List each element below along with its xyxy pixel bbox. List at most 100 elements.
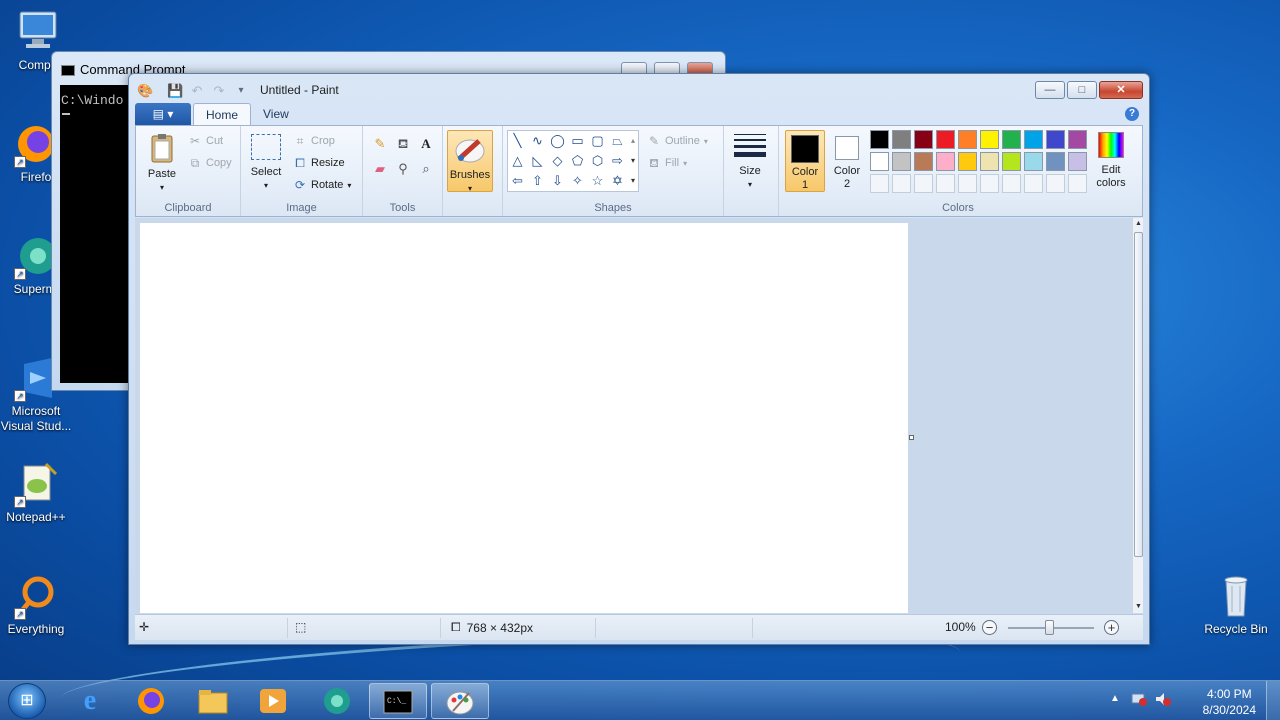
diamond-shape-icon[interactable]: ◇ <box>548 151 567 170</box>
expand-gallery-icon[interactable]: ▾ <box>627 171 639 190</box>
close-button[interactable]: ✕ <box>1099 81 1143 99</box>
pentagon-shape-icon[interactable]: ⬠ <box>568 151 587 170</box>
select-button[interactable]: Select ▾ <box>247 132 285 192</box>
canvas-workspace[interactable] <box>135 218 1132 613</box>
color-swatch[interactable] <box>1046 130 1065 149</box>
media-player-icon[interactable] <box>244 683 302 719</box>
custom-color-slot[interactable] <box>1046 174 1065 193</box>
fill-button[interactable]: ⛾ Fill ▾ <box>647 156 687 170</box>
custom-color-slot[interactable] <box>958 174 977 193</box>
paint-taskbar-button[interactable] <box>431 683 489 719</box>
internet-explorer-icon[interactable]: e <box>61 683 119 719</box>
color-swatch[interactable] <box>870 152 889 171</box>
color-swatch[interactable] <box>1068 152 1087 171</box>
help-icon[interactable]: ? <box>1125 107 1139 121</box>
color-swatch[interactable] <box>914 130 933 149</box>
color2-button[interactable]: Color 2 <box>827 130 867 192</box>
hexagon-shape-icon[interactable]: ⬡ <box>588 151 607 170</box>
right-triangle-shape-icon[interactable]: ◺ <box>528 151 547 170</box>
file-explorer-icon[interactable] <box>184 683 242 719</box>
polygon-shape-icon[interactable]: ⏢ <box>608 131 627 150</box>
scrollbar-thumb[interactable] <box>1134 232 1143 557</box>
minimize-button[interactable]: — <box>1035 81 1065 99</box>
desktop-icon-notepadpp[interactable]: ↗ Notepad++ <box>0 460 74 525</box>
color-swatch[interactable] <box>980 152 999 171</box>
custom-color-slot[interactable] <box>1024 174 1043 193</box>
crop-button[interactable]: ⌗ Crop <box>293 134 335 148</box>
six-point-star-shape-icon[interactable]: ✡ <box>608 171 627 190</box>
cut-button[interactable]: ✂ Cut <box>188 134 223 148</box>
drawing-canvas[interactable] <box>140 223 908 613</box>
magnifier-tool-icon[interactable]: ⌕ <box>416 159 436 179</box>
show-desktop-button[interactable] <box>1266 681 1280 720</box>
supermium-taskbar-icon[interactable] <box>308 683 366 719</box>
left-arrow-shape-icon[interactable]: ⇦ <box>508 171 527 190</box>
custom-color-slot[interactable] <box>870 174 889 193</box>
color-picker-tool-icon[interactable]: ⚲ <box>393 159 413 179</box>
custom-color-slot[interactable] <box>892 174 911 193</box>
rectangle-shape-icon[interactable]: ▭ <box>568 131 587 150</box>
color-swatch[interactable] <box>958 152 977 171</box>
copy-button[interactable]: ⧉ Copy <box>188 156 232 170</box>
color-swatch[interactable] <box>1002 152 1021 171</box>
oval-shape-icon[interactable]: ◯ <box>548 131 567 150</box>
color-swatch[interactable] <box>1068 130 1087 149</box>
color-swatch[interactable] <box>1046 152 1065 171</box>
rounded-rectangle-shape-icon[interactable]: ▢ <box>588 131 607 150</box>
up-arrow-shape-icon[interactable]: ⇧ <box>528 171 547 190</box>
scroll-up-arrow-icon[interactable]: ▲ <box>1133 218 1144 230</box>
color-swatch[interactable] <box>914 152 933 171</box>
custom-color-slot[interactable] <box>936 174 955 193</box>
curve-shape-icon[interactable]: ∿ <box>528 131 547 150</box>
eraser-tool-icon[interactable]: ▰ <box>370 159 390 179</box>
shapes-gallery[interactable]: ╲ ∿ ◯ ▭ ▢ ⏢ △ ◺ ◇ ⬠ ⬡ ⇨ ⇦ ⇧ ⇩ ✧ ☆ ✡ ▴ ▾ <box>507 130 639 192</box>
desktop-icon-recycle-bin[interactable]: Recycle Bin <box>1198 572 1274 637</box>
paint-app-icon[interactable]: 🎨 <box>137 83 153 99</box>
text-tool-icon[interactable]: A <box>416 134 436 154</box>
color1-button[interactable]: Color 1 <box>785 130 825 192</box>
canvas-resize-handle[interactable] <box>909 435 914 440</box>
color-swatch[interactable] <box>892 152 911 171</box>
system-clock[interactable]: 4:00 PM 8/30/2024 <box>1203 686 1256 718</box>
color-swatch[interactable] <box>1002 130 1021 149</box>
scroll-down-icon[interactable]: ▾ <box>627 151 639 170</box>
scroll-up-icon[interactable]: ▴ <box>627 131 639 150</box>
five-point-star-shape-icon[interactable]: ☆ <box>588 171 607 190</box>
rotate-button[interactable]: ⟳ Rotate ▾ <box>293 178 351 192</box>
custom-color-slot[interactable] <box>1068 174 1087 193</box>
zoom-slider-thumb[interactable] <box>1045 620 1054 635</box>
customize-qat-dropdown-icon[interactable]: ▾ <box>233 83 249 99</box>
edit-colors-button[interactable]: Edit colors <box>1089 130 1133 190</box>
command-prompt-taskbar-button[interactable]: C:\_ <box>369 683 427 719</box>
zoom-in-icon[interactable]: + <box>1104 620 1119 635</box>
outline-button[interactable]: ✎ Outline ▾ <box>647 134 708 148</box>
fill-bucket-tool-icon[interactable]: ⛾ <box>393 134 413 154</box>
right-arrow-shape-icon[interactable]: ⇨ <box>608 151 627 170</box>
redo-icon[interactable]: ↷ <box>211 83 227 99</box>
desktop-icon-everything[interactable]: ↗ Everything <box>0 572 74 637</box>
zoom-out-icon[interactable]: − <box>982 620 997 635</box>
vertical-scrollbar[interactable]: ▲ ▼ <box>1132 218 1143 613</box>
show-hidden-icons-icon[interactable]: ▲ <box>1110 693 1120 704</box>
color-swatch[interactable] <box>958 130 977 149</box>
color-swatch[interactable] <box>936 130 955 149</box>
line-shape-icon[interactable]: ╲ <box>508 131 527 150</box>
color-swatch[interactable] <box>980 130 999 149</box>
custom-color-slot[interactable] <box>914 174 933 193</box>
firefox-taskbar-icon[interactable] <box>122 683 180 719</box>
four-point-star-shape-icon[interactable]: ✧ <box>568 171 587 190</box>
start-button[interactable]: ⊞ <box>8 683 46 719</box>
custom-color-slot[interactable] <box>980 174 999 193</box>
color-swatch[interactable] <box>1024 152 1043 171</box>
maximize-button[interactable]: □ <box>1067 81 1097 99</box>
brushes-button[interactable]: Brushes ▾ <box>447 130 493 193</box>
scroll-down-arrow-icon[interactable]: ▼ <box>1133 601 1144 613</box>
tab-home[interactable]: Home <box>193 103 252 126</box>
color-swatch[interactable] <box>936 152 955 171</box>
save-icon[interactable]: 💾 <box>167 83 183 99</box>
undo-icon[interactable]: ↶ <box>189 83 205 99</box>
paint-window[interactable]: 🎨 💾 ↶ ↷ ▾ Untitled - Paint — □ ✕ ▤ ▾ Hom… <box>128 73 1150 645</box>
custom-color-slot[interactable] <box>1002 174 1021 193</box>
resize-button[interactable]: ⧠ Resize <box>293 156 344 170</box>
triangle-shape-icon[interactable]: △ <box>508 151 527 170</box>
